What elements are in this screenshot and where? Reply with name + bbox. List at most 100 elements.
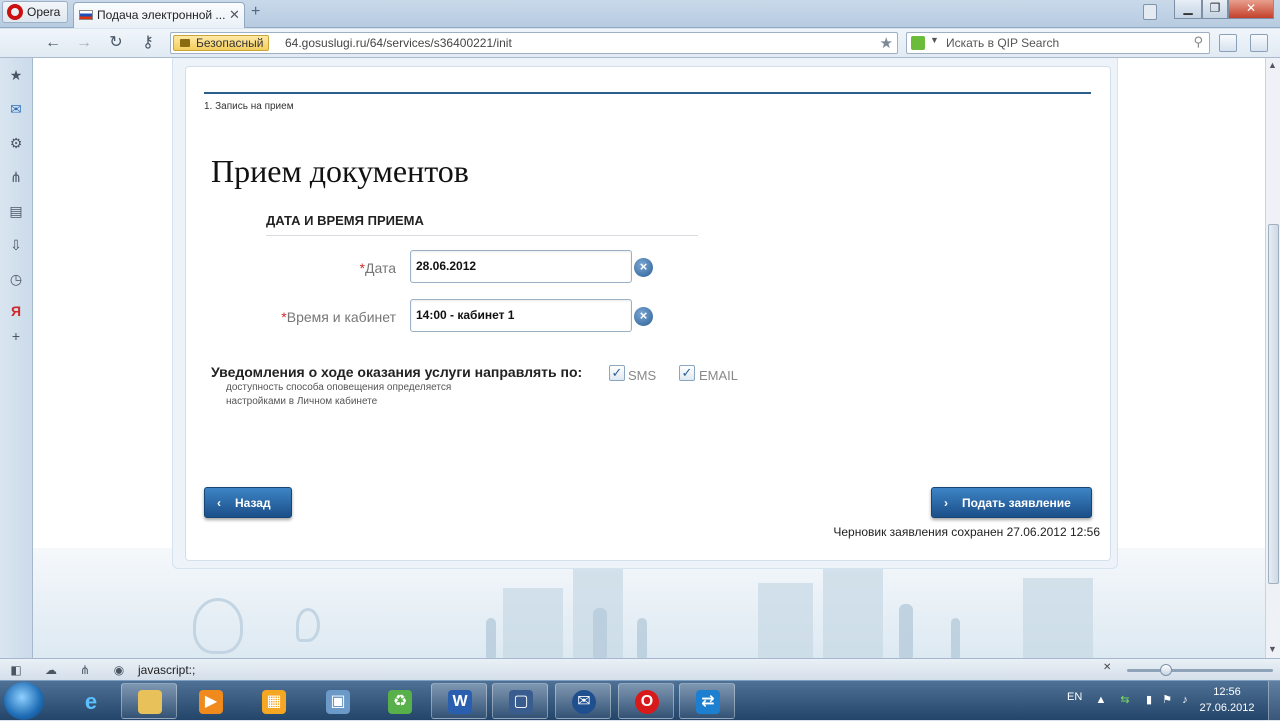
taskbar-virtualbox[interactable]: ▢ [492, 683, 548, 719]
scroll-thumb[interactable] [1268, 224, 1279, 584]
restore-button[interactable]: ❐ [1202, 0, 1228, 19]
history-clock-icon[interactable]: ◷ [6, 269, 26, 289]
security-badge[interactable]: Безопасный [173, 35, 270, 51]
page-icon[interactable] [1219, 34, 1237, 52]
download-icon[interactable] [1250, 34, 1268, 52]
lock-icon [180, 39, 190, 47]
network-icon[interactable]: ⇆ [1118, 693, 1132, 707]
add-panel-icon[interactable]: + [6, 326, 26, 346]
taskbar-display[interactable]: ▣ [309, 683, 365, 719]
media-player-icon: ▶ [199, 690, 223, 714]
search-field[interactable]: ▼ Искать в QIP Search ⚲ [906, 32, 1210, 54]
tab-title: Подача электронной ... [97, 8, 226, 22]
email-checkbox[interactable]: ✓ [679, 365, 695, 381]
taskbar-explorer[interactable] [121, 683, 177, 719]
time-label: *Время и кабинет [186, 309, 396, 325]
back-arrow-icon[interactable]: ← [43, 33, 63, 53]
taskbar-media-player[interactable]: ▶ [182, 683, 238, 719]
email-label: EMAIL [699, 368, 739, 383]
time-label-text: Время и кабинет [286, 309, 396, 325]
engine-dropdown-icon[interactable]: ▼ [930, 35, 939, 45]
section-title: ДАТА И ВРЕМЯ ПРИЕМА [266, 213, 424, 228]
mail-icon[interactable]: ✉ [6, 99, 26, 119]
taskbar-teamviewer[interactable]: ⇄ [679, 683, 735, 719]
bookmarks-star-icon[interactable]: ★ [6, 65, 26, 85]
qip-search-engine-icon[interactable] [911, 36, 925, 50]
opera-menu-label: Opera [27, 5, 61, 19]
taskbar-ie[interactable]: e [62, 683, 118, 719]
sms-checkbox[interactable]: ✓ [609, 365, 625, 381]
system-clock[interactable]: 12:56 27.06.2012 [1196, 684, 1258, 716]
notification-title: Уведомления о ходе оказания услуги напра… [211, 364, 583, 380]
new-tab-button[interactable]: + [251, 3, 260, 21]
show-hidden-icons-icon[interactable]: ▲ [1094, 693, 1108, 707]
date-field[interactable]: 28.06.2012 [410, 250, 632, 283]
closed-tabs-trash-icon[interactable] [1143, 4, 1157, 20]
opera-logo-icon [7, 4, 23, 20]
unite-icon[interactable]: ⋔ [77, 662, 93, 678]
panel-toggle-icon[interactable]: ◧ [8, 662, 24, 678]
paint-icon: ▦ [262, 690, 286, 714]
show-desktop-button[interactable] [1268, 681, 1280, 721]
date-label-text: Дата [364, 260, 396, 276]
taskbar: e ▶ ▦ ▣ ♻ W ▢ ✉ O ⇄ EN ▲ ⇆ ▮ ⚑ ♪ 12:56 2… [0, 680, 1280, 721]
clear-time-icon[interactable]: × [634, 307, 653, 326]
date-field-value: 28.06.2012 [416, 259, 477, 273]
speed-dial-icon[interactable]: ◉ [111, 662, 127, 678]
zoom-out-icon[interactable]: ✕ [1103, 662, 1111, 673]
tab-active[interactable]: Подача электронной ... ✕ [73, 2, 245, 28]
url-text[interactable]: 64.gosuslugi.ru/64/services/s36400221/in… [285, 36, 512, 50]
taskbar-tray-app[interactable]: ♻ [371, 683, 427, 719]
taskbar-paint[interactable]: ▦ [245, 683, 301, 719]
clear-date-icon[interactable]: × [634, 258, 653, 277]
russia-flag-icon [79, 10, 93, 20]
security-label: Безопасный [196, 36, 264, 50]
close-window-button[interactable]: ✕ [1228, 0, 1274, 19]
flag-icon[interactable]: ⚑ [1160, 693, 1174, 707]
clock-time: 12:56 [1213, 686, 1241, 698]
chevron-left-icon: ‹ [217, 496, 221, 510]
notification-hint: доступность способа оповещения определяе… [226, 382, 452, 407]
teamviewer-icon: ⇄ [696, 690, 720, 714]
back-button[interactable]: ‹ Назад [204, 487, 292, 518]
submit-button[interactable]: › Подать заявление [931, 487, 1092, 518]
key-icon[interactable]: ⚷ [138, 33, 158, 53]
volume-icon[interactable]: ♪ [1178, 693, 1192, 707]
search-icon[interactable]: ⚲ [1193, 34, 1203, 50]
taskbar-opera[interactable]: O [618, 683, 674, 719]
input-language[interactable]: EN [1067, 691, 1082, 703]
zoom-slider-knob[interactable] [1160, 664, 1172, 676]
opera-menu-button[interactable]: Opera [2, 1, 68, 23]
minimize-button[interactable]: ▁ [1174, 0, 1202, 19]
form-panel: 1. Запись на прием Прием документов ДАТА… [185, 66, 1111, 561]
zoom-slider[interactable] [1127, 669, 1273, 672]
unite-share-icon[interactable]: ⋔ [6, 167, 26, 187]
forward-arrow-icon[interactable]: → [74, 33, 94, 53]
tab-bar: Opera Подача электронной ... ✕ + ▁ ❐ ✕ [0, 0, 1280, 28]
power-icon[interactable]: ▮ [1142, 693, 1156, 707]
coat-of-arms-emblem [193, 598, 243, 654]
scroll-down-icon[interactable]: ▼ [1268, 644, 1277, 654]
step-indicator: 1. Запись на прием [204, 101, 294, 112]
hearing-accessibility-icon [296, 608, 320, 642]
cloud-icon[interactable]: ☁ [43, 662, 59, 678]
status-bar: ◧ ☁ ⋔ ◉ javascript:; ✕ [0, 658, 1280, 680]
notes-icon[interactable]: ▤ [6, 201, 26, 221]
bookmark-star-icon[interactable]: ★ [880, 34, 893, 52]
gear-icon[interactable]: ⚙ [6, 133, 26, 153]
taskbar-thunderbird[interactable]: ✉ [555, 683, 611, 719]
address-bar[interactable]: Безопасный 64.gosuslugi.ru/64/services/s… [170, 32, 898, 54]
start-button[interactable] [4, 682, 44, 720]
taskbar-word[interactable]: W [431, 683, 487, 719]
yandex-icon[interactable]: Я [6, 301, 26, 321]
vertical-scrollbar[interactable]: ▲ ▼ [1265, 58, 1280, 658]
date-label: *Дата [186, 260, 396, 276]
chevron-right-icon: › [944, 496, 948, 510]
sms-label: SMS [628, 368, 657, 383]
downloads-icon[interactable]: ⇩ [6, 235, 26, 255]
word-icon: W [448, 690, 472, 714]
reload-icon[interactable]: ↻ [106, 33, 126, 53]
tab-close-icon[interactable]: ✕ [229, 7, 240, 23]
time-cabinet-field[interactable]: 14:00 - кабинет 1 [410, 299, 632, 332]
scroll-up-icon[interactable]: ▲ [1268, 60, 1277, 70]
